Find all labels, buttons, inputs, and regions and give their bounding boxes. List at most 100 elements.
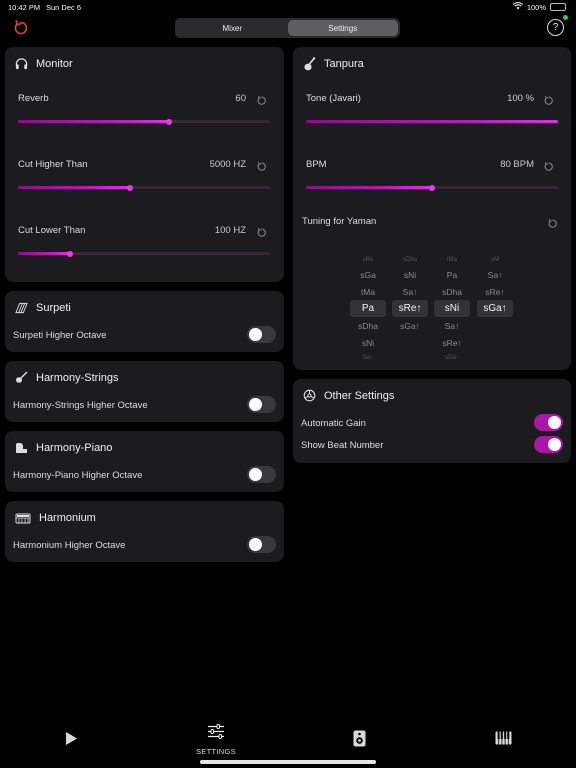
cut-higher-slider-knob[interactable]: [127, 184, 134, 191]
tab-settings-label: SETTINGS: [196, 747, 236, 756]
tone-label: Tone (Javari): [306, 93, 361, 104]
tab-keyboard[interactable]: [495, 731, 512, 750]
cut-higher-value: 5000 HZ: [209, 159, 246, 170]
picker-selected-cell[interactable]: sGa↑: [477, 300, 513, 317]
harmony-strings-octave-toggle[interactable]: [247, 396, 276, 413]
reset-all-icon[interactable]: [12, 19, 30, 37]
battery-percent: 100%: [526, 2, 546, 12]
harmony-piano-header: Harmony-Piano: [15, 441, 112, 454]
tanpura-card: Tanpura Tone (Javari) 100 % BPM 80 BPM T…: [293, 47, 571, 370]
picker-cell: tMa: [446, 256, 457, 263]
harmonium-card: Harmonium Harmonium Higher Octave: [5, 501, 284, 562]
gear-icon: [303, 389, 316, 402]
harmony-strings-title: Harmony-Strings: [36, 371, 119, 384]
cut-lower-slider[interactable]: [18, 250, 270, 257]
cut-lower-value: 100 HZ: [214, 225, 246, 236]
picker-cell: Sa↑: [444, 320, 460, 331]
cut-lower-label: Cut Lower Than: [18, 225, 86, 236]
picker-cell: Sa↑: [362, 354, 374, 361]
picker-cell: sGa↑: [444, 354, 459, 361]
cut-higher-label: Cut Higher Than: [18, 159, 88, 170]
reverb-reset-icon[interactable]: [256, 93, 267, 105]
picker-selected-cell[interactable]: sRe↑: [392, 300, 428, 317]
help-button[interactable]: ?: [547, 19, 564, 36]
surpeti-octave-toggle[interactable]: [247, 326, 276, 343]
battery-icon: [550, 3, 566, 11]
tanpura-icon: [303, 56, 316, 70]
picker-column-1[interactable]: sRe sGa tMa Pa sDha sNi Sa↑: [350, 253, 386, 364]
other-settings-header: Other Settings: [303, 389, 394, 402]
tab-settings-bottom[interactable]: SETTINGS: [196, 724, 236, 756]
piano-icon: [15, 441, 28, 454]
show-beat-number-label: Show Beat Number: [301, 440, 384, 451]
picker-cell: sRe: [362, 256, 374, 263]
picker-cell-empty: [477, 236, 513, 253]
harmony-strings-octave-label: Harmony-Strings Higher Octave: [13, 400, 148, 411]
sliders-icon: [207, 724, 225, 744]
harmonium-header: Harmonium: [15, 511, 96, 524]
harmonium-icon: [15, 511, 31, 524]
headphones-icon: [15, 57, 28, 70]
reverb-slider-knob[interactable]: [166, 118, 173, 125]
automatic-gain-toggle[interactable]: [534, 414, 563, 431]
piano-keys-icon: [495, 731, 512, 750]
picker-cell: sNi: [490, 256, 500, 263]
tanpura-header: Tanpura: [303, 56, 364, 70]
play-icon: [64, 731, 78, 751]
tab-play[interactable]: [64, 731, 78, 751]
bpm-label: BPM: [306, 159, 327, 170]
picker-cell: sNi: [403, 269, 417, 280]
picker-selected-cell[interactable]: sNi: [434, 300, 470, 317]
tab-mixer[interactable]: Mixer: [177, 20, 288, 36]
picker-cell: sNi: [361, 337, 375, 348]
reverb-value: 60: [235, 93, 246, 104]
cut-higher-slider[interactable]: [18, 184, 270, 191]
picker-cell: Sa↑: [402, 286, 418, 297]
home-indicator: [200, 760, 376, 764]
picker-cell: tMa: [360, 286, 376, 297]
tab-speaker[interactable]: [353, 730, 366, 752]
picker-cell: sGa: [360, 269, 376, 280]
surpeti-octave-label: Surpeti Higher Octave: [13, 330, 107, 341]
guitar-icon: [15, 371, 28, 384]
show-beat-number-toggle[interactable]: [534, 436, 563, 453]
speaker-icon: [353, 730, 366, 752]
reverb-slider[interactable]: [18, 118, 270, 125]
mode-segmented-control: Mixer Settings: [175, 18, 400, 38]
picker-column-2[interactable]: sDha sNi Sa↑ sRe↑ sGa↑: [392, 236, 428, 334]
top-bar: Mixer Settings ?: [0, 14, 576, 44]
status-bar: 10:42 PM Sun Dec 6 100%: [0, 0, 576, 14]
harmonium-octave-label: Harmonium Higher Octave: [13, 540, 126, 551]
tab-settings[interactable]: Settings: [287, 20, 398, 36]
picker-cell: sDha: [358, 320, 378, 331]
wifi-icon: [512, 2, 523, 12]
cut-lower-reset-icon[interactable]: [256, 225, 267, 237]
harmonium-octave-toggle[interactable]: [247, 536, 276, 553]
picker-selected-cell[interactable]: Pa: [350, 300, 386, 317]
picker-cell: sGa↑: [400, 320, 420, 331]
picker-cell: Pa: [446, 269, 458, 280]
harmony-piano-title: Harmony-Piano: [36, 441, 113, 454]
tone-slider[interactable]: [306, 120, 558, 123]
picker-column-3[interactable]: tMa Pa sDha sNi Sa↑ sRe↑ sGa↑: [434, 253, 470, 364]
status-date: Sun Dec 6: [46, 3, 82, 12]
picker-column-4[interactable]: sNi Sa↑ sRe↑ sGa↑: [477, 236, 513, 317]
bpm-slider-knob[interactable]: [429, 184, 435, 191]
other-settings-title: Other Settings: [324, 389, 395, 402]
harmony-piano-card: Harmony-Piano Harmony-Piano Higher Octav…: [5, 431, 284, 492]
harmony-piano-octave-toggle[interactable]: [247, 466, 276, 483]
bpm-slider[interactable]: [306, 184, 558, 191]
surpeti-header: Surpeti: [15, 301, 71, 314]
cut-lower-slider-knob[interactable]: [66, 250, 73, 257]
harmony-strings-header: Harmony-Strings: [15, 371, 119, 384]
cut-higher-reset-icon[interactable]: [256, 159, 267, 171]
tone-value: 100 %: [507, 93, 534, 104]
harmony-piano-octave-label: Harmony-Piano Higher Octave: [13, 470, 143, 481]
tone-reset-icon[interactable]: [543, 93, 554, 105]
tuning-reset-icon[interactable]: [547, 216, 558, 228]
harmony-strings-card: Harmony-Strings Harmony-Strings Higher O…: [5, 361, 284, 422]
status-time: 10:42 PM: [8, 3, 41, 12]
bpm-reset-icon[interactable]: [543, 159, 554, 171]
surpeti-title: Surpeti: [36, 301, 71, 314]
reverb-label: Reverb: [18, 93, 49, 104]
